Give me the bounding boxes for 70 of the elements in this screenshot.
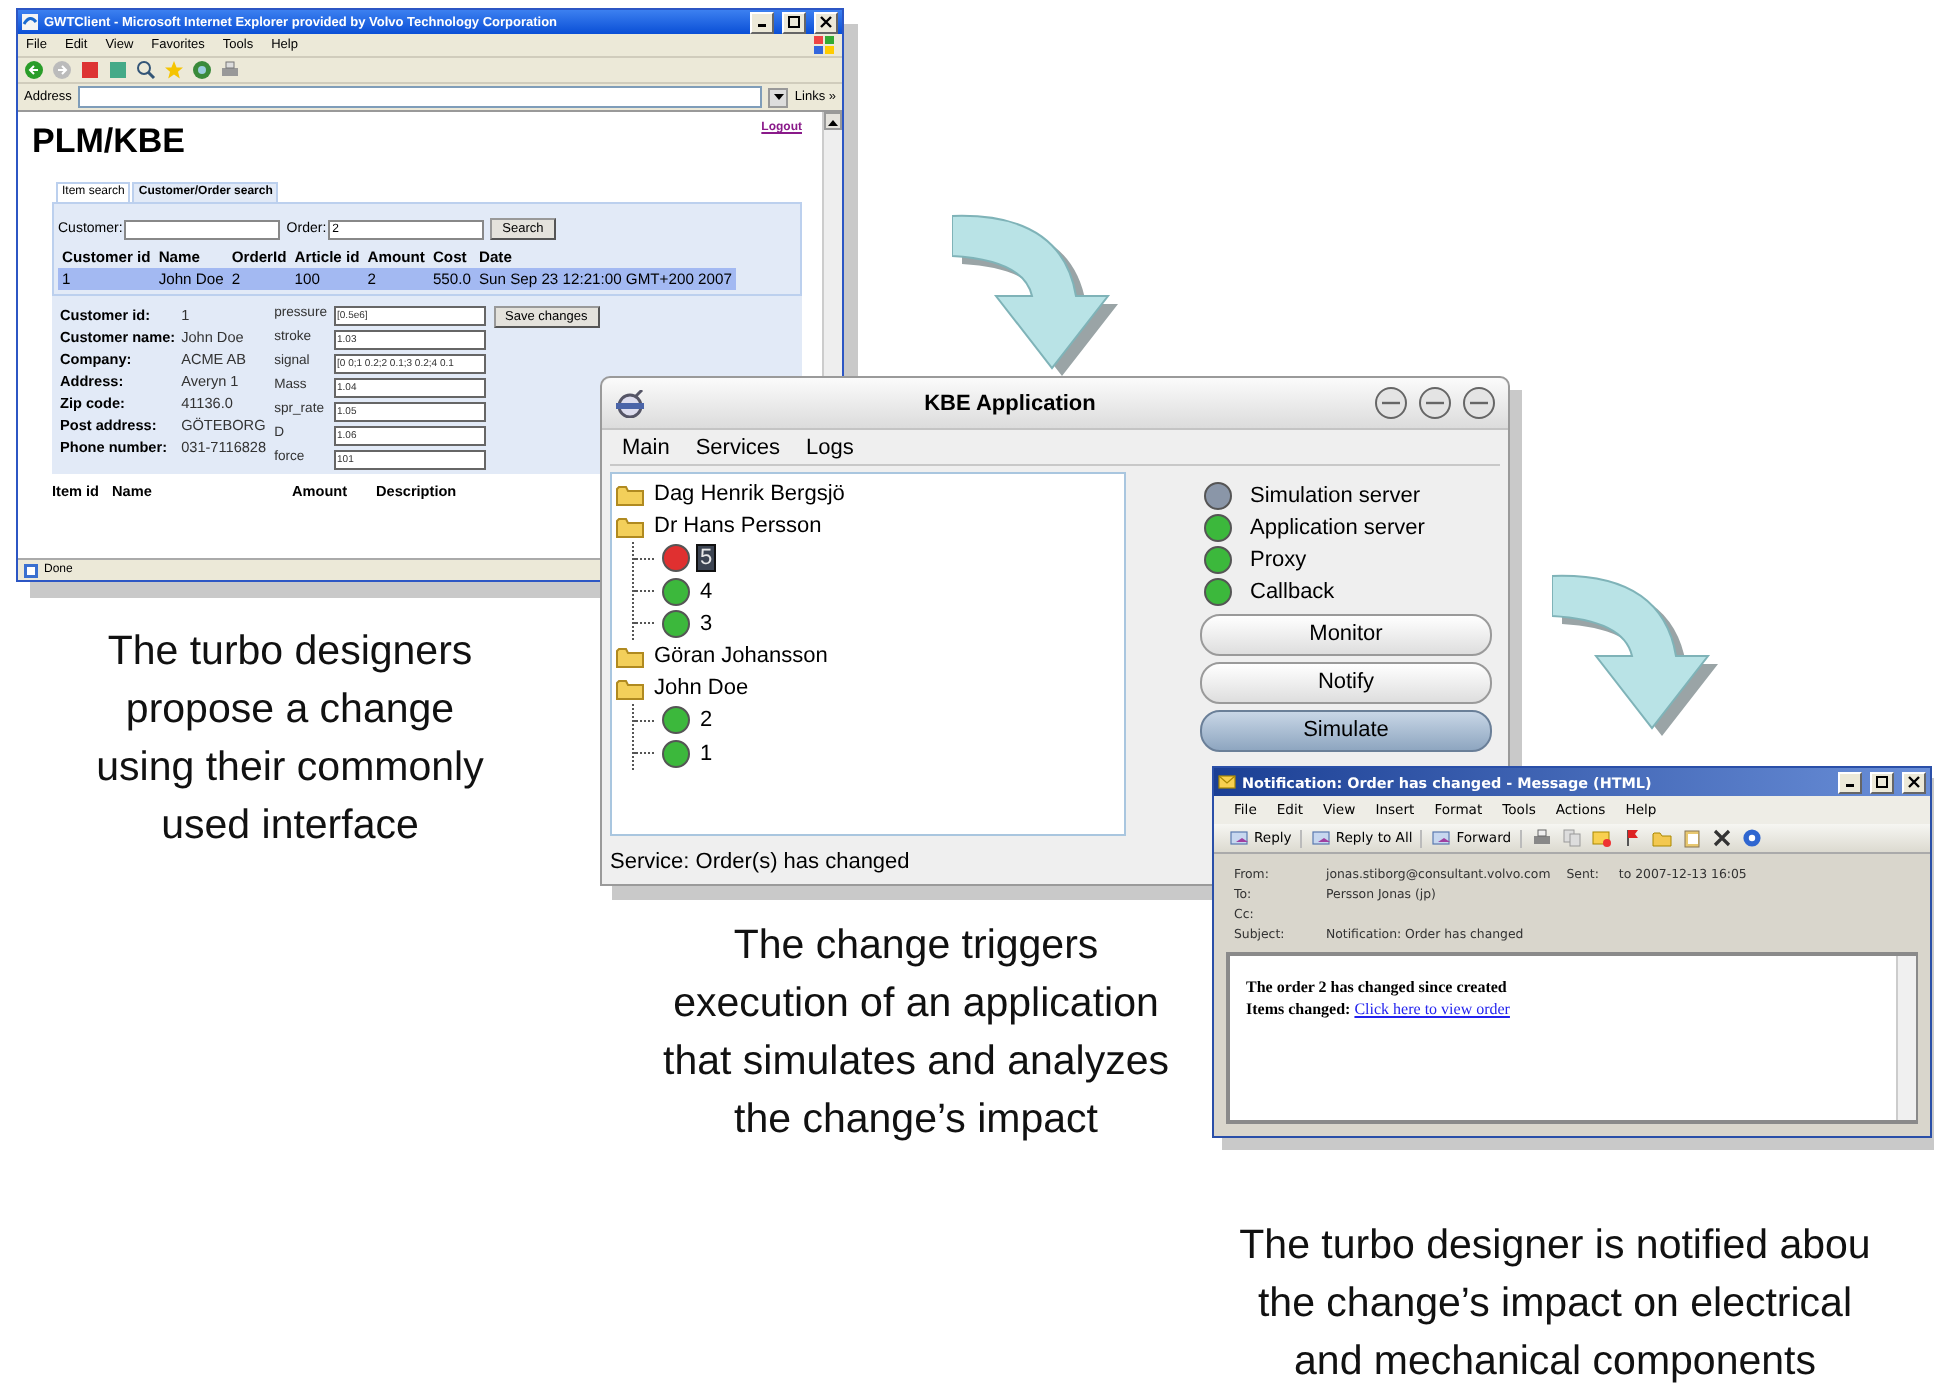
action-button[interactable]: Simulate <box>1200 710 1492 752</box>
service-label: Callback <box>1250 580 1335 604</box>
envelope-icon <box>1218 774 1236 790</box>
windows-flag-icon <box>814 36 834 54</box>
view-order-link[interactable]: Click here to view order <box>1354 1000 1510 1018</box>
menu-item[interactable]: Main <box>622 436 670 460</box>
customer-field[interactable] <box>124 219 281 239</box>
caption-text: The turbo designers propose a change using their commonly used interface <box>94 626 486 852</box>
caption-text: The turbo designer is notified abou the change’s impact on electrical and mechanical components <box>1237 1220 1873 1388</box>
scroll-up-button[interactable] <box>824 112 842 130</box>
help-icon[interactable] <box>1741 828 1762 848</box>
mail-icon <box>1230 829 1250 847</box>
star-icon[interactable] <box>164 60 184 80</box>
window-control-button[interactable] <box>1462 386 1496 420</box>
tree-item[interactable]: Dr Hans Persson <box>652 514 824 539</box>
service-label: Simulation server <box>1250 484 1420 508</box>
minimize-button[interactable] <box>750 11 774 33</box>
caret-icon <box>828 117 838 125</box>
close-icon <box>820 16 832 28</box>
mail-icon <box>1311 829 1332 847</box>
close-button[interactable] <box>1902 771 1926 793</box>
clipboard-icon[interactable] <box>1681 828 1702 848</box>
printer-icon[interactable] <box>1531 828 1552 848</box>
address-field[interactable] <box>77 86 763 108</box>
minimize-button[interactable] <box>1838 771 1862 793</box>
tree-item[interactable]: 2 <box>698 708 715 733</box>
page-icon <box>24 563 38 577</box>
menu-item[interactable]: Logs <box>806 436 854 460</box>
window-title: KBE Application <box>922 391 1098 415</box>
folder-icon <box>616 645 644 668</box>
tree-item[interactable]: 4 <box>698 579 715 604</box>
status-text: Service: Order(s) has changed <box>610 850 910 874</box>
menu-item[interactable]: Services <box>695 436 781 460</box>
folder-icon <box>616 677 644 700</box>
browser-icon <box>22 14 38 30</box>
close-button[interactable] <box>814 11 838 33</box>
service-label: Application server <box>1250 516 1425 540</box>
service-label: Proxy <box>1250 548 1307 572</box>
search-icon[interactable] <box>136 60 156 80</box>
back-icon[interactable] <box>24 60 44 80</box>
dropdown-button[interactable] <box>768 87 789 107</box>
action-button[interactable]: Monitor <box>1200 614 1492 656</box>
tree-item[interactable]: 3 <box>698 611 715 636</box>
tree-item[interactable]: John Doe <box>652 676 751 701</box>
printer-icon[interactable] <box>220 60 240 80</box>
caret-icon <box>773 93 784 101</box>
action-button[interactable]: Notify <box>1200 662 1492 704</box>
close-icon <box>1908 776 1920 788</box>
folder-icon <box>616 515 644 538</box>
maximize-icon <box>1876 776 1888 788</box>
delete-icon[interactable] <box>1711 828 1732 848</box>
envelope-icon[interactable] <box>1591 828 1612 848</box>
maximize-button[interactable] <box>1870 771 1894 793</box>
folder-icon <box>616 483 644 506</box>
maximize-icon <box>788 16 800 28</box>
window-control-button[interactable] <box>1374 386 1408 420</box>
page-title: PLM/KBE <box>32 122 185 162</box>
flag-icon[interactable] <box>1621 828 1642 848</box>
tree-item[interactable]: Dag Henrik Bergsjö <box>652 482 847 507</box>
tree-item[interactable]: Göran Johansson <box>652 644 830 669</box>
tree-item[interactable]: 1 <box>698 741 715 766</box>
items-label: Items changed: <box>1246 1000 1351 1018</box>
message-heading: The order 2 has changed since created <box>1246 976 1509 998</box>
window-control-button[interactable] <box>1418 386 1452 420</box>
logo-icon <box>614 389 646 417</box>
caption-text: The change triggers execution of an application that simulates and analyzes the change’s impact <box>661 920 1171 1146</box>
tree-item[interactable]: 5 <box>698 546 715 571</box>
maximize-button[interactable] <box>782 11 806 33</box>
scrollbar[interactable] <box>1896 956 1916 1120</box>
mail-icon <box>1432 829 1453 847</box>
